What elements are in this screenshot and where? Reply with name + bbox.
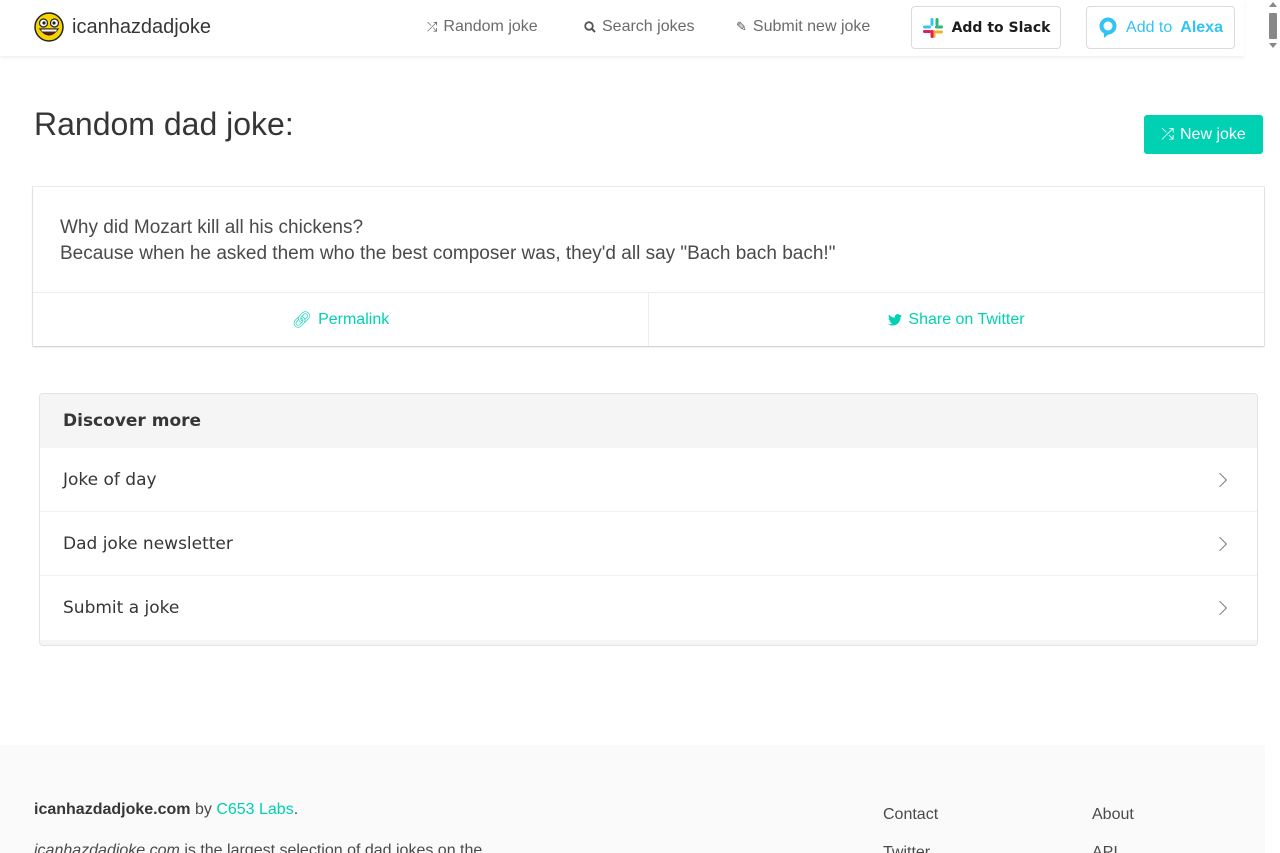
slack-logo-icon	[922, 17, 943, 38]
new-joke-label: New joke	[1180, 125, 1246, 143]
shuffle-icon: ⤮	[1161, 125, 1174, 143]
scroll-up-arrow-icon[interactable]	[1269, 2, 1277, 7]
c653-labs-link[interactable]: C653 Labs	[216, 801, 293, 818]
nav-search-jokes-label: Search jokes	[602, 18, 695, 35]
permalink-label: Permalink	[318, 310, 390, 328]
share-on-twitter-label: Share on Twitter	[908, 310, 1025, 328]
brand-link[interactable]: icanhazdadjoke	[34, 12, 211, 42]
page-footer: icanhazdadjoke.com by C653 Labs. icanhaz…	[0, 745, 1265, 853]
footer-site-name: icanhazdadjoke.com	[34, 801, 191, 818]
joke-card: Why did Mozart kill all his chickens? Be…	[33, 187, 1264, 346]
footer-brand: icanhazdadjoke.com by C653 Labs.	[34, 801, 298, 819]
brand-name: icanhazdadjoke	[72, 15, 211, 38]
alexa-brand: Alexa	[1180, 18, 1223, 36]
laughing-face-logo-icon	[34, 12, 64, 42]
footer-period: .	[293, 801, 299, 818]
footer-description: icanhazdadjoke.com is the largest select…	[34, 842, 482, 853]
nav-submit-joke-label: Submit new joke	[752, 18, 871, 35]
top-navbar: icanhazdadjoke ⤮ Random joke Search joke…	[0, 0, 1244, 56]
shuffle-icon: ⤮	[427, 19, 438, 34]
discover-item-submit-joke[interactable]: Submit a joke	[40, 576, 1257, 640]
permalink-link[interactable]: 🔗︎ Permalink	[33, 293, 648, 346]
chevron-right-icon	[1212, 472, 1228, 487]
nav-random-joke[interactable]: ⤮ Random joke	[427, 18, 538, 36]
page-title: Random dad joke:	[34, 106, 294, 142]
footer-by: by	[194, 801, 212, 818]
joke-punchline: Because when he asked them who the best …	[60, 243, 836, 264]
nav-submit-joke[interactable]: ✎ Submit new joke	[736, 18, 870, 36]
link-icon: 🔗︎	[291, 311, 313, 329]
edit-icon: ✎	[736, 19, 747, 34]
discover-item-label: Submit a joke	[63, 598, 180, 618]
joke-text: Why did Mozart kill all his chickens? Be…	[60, 215, 835, 267]
footer-link-contact[interactable]: Contact	[883, 806, 938, 824]
new-joke-button[interactable]: ⤮ New joke	[1144, 115, 1263, 154]
chevron-right-icon	[1212, 600, 1228, 616]
footer-link-about[interactable]: About	[1092, 806, 1134, 824]
twitter-bird-icon	[888, 313, 903, 326]
joke-card-footer: 🔗︎ Permalink Share on Twitter	[33, 292, 1264, 346]
discover-item-joke-of-day[interactable]: Joke of day	[40, 448, 1257, 512]
chevron-right-icon	[1212, 536, 1228, 551]
add-to-slack-label: Add to Slack	[951, 19, 1051, 36]
scroll-down-arrow-icon[interactable]	[1269, 43, 1277, 48]
discover-item-label: Dad joke newsletter	[63, 533, 233, 554]
discover-item-newsletter[interactable]: Dad joke newsletter	[40, 512, 1257, 576]
alexa-prefix: Add to	[1126, 18, 1173, 36]
discover-heading: Discover more	[63, 411, 202, 431]
alexa-logo-icon	[1099, 17, 1117, 38]
nav-search-jokes[interactable]: Search jokes	[584, 18, 695, 36]
discover-item-label: Joke of day	[63, 469, 157, 490]
search-icon	[584, 21, 596, 33]
footer-desc-text: is the largest selection of dad jokes on…	[179, 842, 483, 853]
footer-link-twitter[interactable]: Twitter	[883, 844, 930, 853]
joke-setup: Why did Mozart kill all his chickens?	[60, 217, 364, 238]
footer-link-api[interactable]: API	[1092, 844, 1118, 853]
discover-more-panel: Discover more Joke of day Dad joke newsl…	[39, 393, 1258, 646]
scrollbar-thumb[interactable]	[1269, 13, 1277, 39]
page-scrollbar[interactable]	[1265, 0, 1280, 853]
add-to-slack-button[interactable]: Add to Slack	[911, 6, 1061, 49]
add-to-alexa-button[interactable]: Add to Alexa	[1086, 6, 1235, 49]
share-on-twitter-link[interactable]: Share on Twitter	[648, 293, 1264, 346]
nav-random-joke-label: Random joke	[443, 18, 538, 35]
footer-desc-site: icanhazdadjoke.com	[34, 842, 180, 853]
